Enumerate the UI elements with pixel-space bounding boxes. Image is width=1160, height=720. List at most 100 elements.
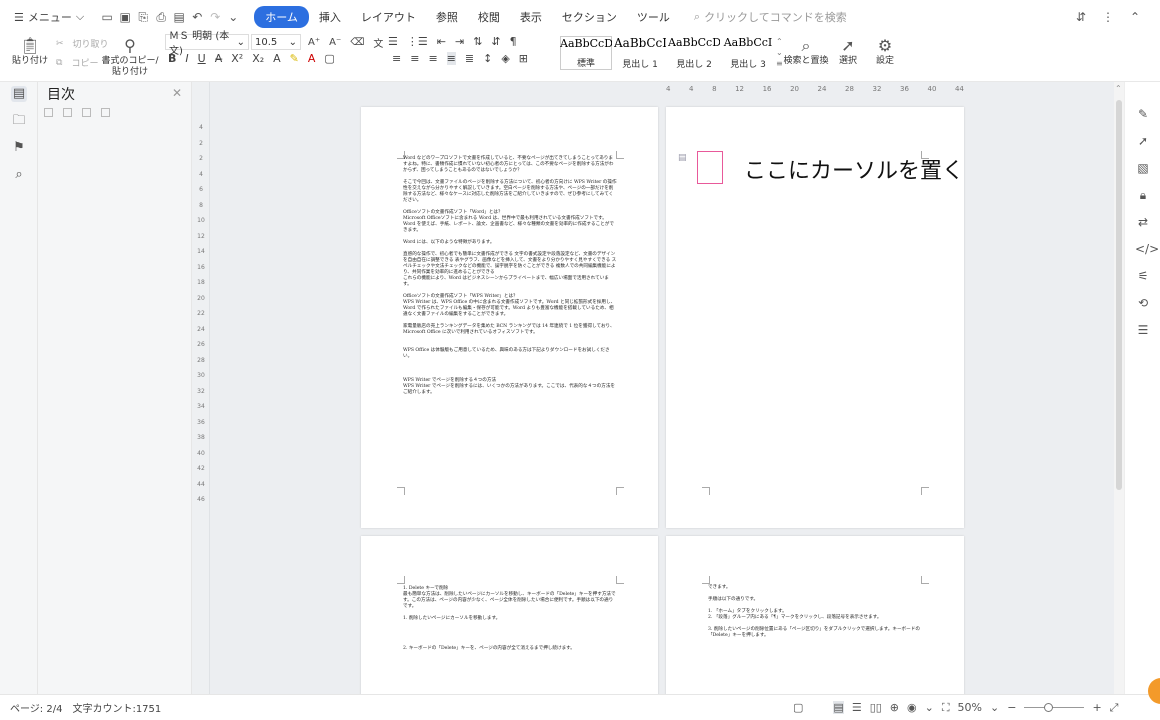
sort-icon[interactable]: ⇵	[491, 35, 500, 48]
tab-section[interactable]: セクション	[552, 6, 627, 28]
bullets-icon[interactable]: ☰	[388, 35, 398, 48]
font-name-select[interactable]: ＭＳ 明朝 (本文) ⌄	[165, 31, 249, 57]
tab-insert[interactable]: 挿入	[309, 6, 351, 28]
paragraph[interactable]: Word には、以下のような特徴があります。	[403, 240, 617, 246]
scrollbar-thumb[interactable]	[1116, 100, 1122, 490]
toc-add-icon[interactable]	[82, 108, 91, 117]
history-icon[interactable]: ⟲	[1135, 295, 1151, 311]
tab-references[interactable]: 参照	[426, 6, 468, 28]
page-2[interactable]: ▤ ここにカーソルを置く	[666, 107, 964, 528]
font-size-select[interactable]: 10.5 ⌄	[251, 34, 301, 50]
open-folder-icon[interactable]: ▭	[100, 10, 114, 24]
toc-collapse-icon[interactable]	[63, 108, 72, 117]
style-heading-3[interactable]: AaBbCcI 見出し 3	[722, 36, 774, 70]
toc-expand-icon[interactable]	[44, 108, 53, 117]
paragraph[interactable]: そこで今回は、文書ファイルのページを削除する方法について、初心者の方向けに WP…	[403, 180, 617, 204]
select-button[interactable]: ➚ 選択	[834, 36, 862, 67]
page-4[interactable]: できます。手順は以下の通りです。 1. 「ホーム」タブをクリックします。 2. 「…	[666, 536, 964, 694]
justify-icon[interactable]: ≡	[446, 52, 456, 65]
clear-format-icon[interactable]: ⌫	[350, 37, 364, 48]
increase-indent-icon[interactable]: ⇥	[455, 35, 464, 48]
style-heading-2[interactable]: AaBbCcDd 見出し 2	[668, 36, 720, 70]
print-preview-icon[interactable]: ▤	[172, 10, 186, 24]
font-color-icon[interactable]: A	[308, 52, 316, 65]
style-heading-1[interactable]: AaBbCcI 見出し 1	[614, 36, 666, 70]
fullscreen-icon[interactable]: ⤢	[1110, 701, 1119, 715]
chevron-down-icon[interactable]: ⌄	[925, 701, 934, 714]
edit-icon[interactable]: ✎	[1135, 106, 1151, 122]
numbering-icon[interactable]: ⋮☰	[407, 35, 428, 48]
distribute-icon[interactable]: ≣	[465, 52, 474, 65]
close-icon[interactable]: ✕	[172, 86, 182, 100]
underline-icon[interactable]: U	[198, 52, 206, 65]
page-3[interactable]: 1. Delete キーで削除 最も簡単な方法は、削除したいページにカーソルを移…	[361, 536, 658, 694]
borders-icon[interactable]: ⊞	[519, 52, 528, 65]
zoom-slider[interactable]	[1024, 703, 1085, 712]
align-right-icon[interactable]: ≡	[428, 52, 437, 65]
page-3-body[interactable]: 1. Delete キーで削除 最も簡単な方法は、削除したいページにカーソルを移…	[403, 586, 617, 658]
paragraph[interactable]: 1. 「ホーム」タブをクリックします。 2. 「段落」グループ内にある「¶」マー…	[708, 609, 922, 621]
align-center-icon[interactable]: ≡	[410, 52, 419, 65]
text-effect-icon[interactable]: A	[273, 52, 281, 65]
highlight-icon[interactable]: ✎	[290, 52, 299, 65]
page-insert-icon[interactable]: ▤	[678, 153, 687, 163]
toc-remove-icon[interactable]	[101, 108, 110, 117]
sliders-icon[interactable]: ⚟	[1135, 268, 1151, 284]
line-spacing-icon[interactable]: ↕	[483, 52, 492, 65]
tab-home[interactable]: ホーム	[254, 6, 309, 28]
paragraph[interactable]: WPS Office は体験版もご用意しているため、興味のある方は下記よりダウン…	[403, 342, 617, 360]
settings-button[interactable]: ⚙ 設定	[870, 36, 900, 67]
toc-pane-icon[interactable]: ▤	[11, 86, 27, 102]
tab-tools[interactable]: ツール	[627, 6, 680, 28]
fit-page-icon[interactable]: ⛶	[942, 701, 950, 715]
paragraph[interactable]: 2. キーボードの「Delete」キーを、ページの内容が全て消えるまで押し続けま…	[403, 628, 617, 652]
paragraph[interactable]: 手順は以下の通りです。	[708, 597, 922, 603]
page-1[interactable]: Word などのワープロソフトで文書を作成していると、不要なページが出てきてしま…	[361, 107, 658, 528]
shrink-font-icon[interactable]: A⁻	[329, 37, 341, 48]
phonetic-guide-icon[interactable]: 文	[373, 35, 383, 50]
shading-icon[interactable]: ◈	[501, 52, 509, 65]
main-menu-button[interactable]: ☰ メニュー ⌵	[14, 9, 84, 25]
superscript-icon[interactable]: X²	[231, 52, 243, 65]
copy-button[interactable]: ⧉ コピー	[56, 56, 98, 70]
paragraph[interactable]: 1. 削除したいページにカーソルを移動します。	[403, 616, 617, 622]
paragraph[interactable]: Word などのワープロソフトで文書を作成していると、不要なページが出てきてしま…	[403, 156, 617, 174]
focus-mode-icon[interactable]: ▢	[793, 701, 803, 714]
translate-icon[interactable]: ⇄	[1135, 214, 1151, 230]
paragraph[interactable]: 直感的な操作で、初心者でも簡単に文書作成ができる 文字の書式設定や段落設定など、…	[403, 252, 617, 288]
paragraph[interactable]: 1. Delete キーで削除 最も簡単な方法は、削除したいページにカーソルを移…	[403, 586, 617, 610]
sync-icon[interactable]: ⇵	[1076, 10, 1086, 24]
tab-review[interactable]: 校閲	[468, 6, 510, 28]
find-replace-button[interactable]: ⌕ 検索と置換	[778, 36, 834, 67]
grow-font-icon[interactable]: A⁺	[308, 37, 320, 48]
paragraph[interactable]: Officeソフトの文書作成ソフト「WPS Writer」とは？ WPS Wri…	[403, 294, 617, 318]
zoom-level[interactable]: 50%	[958, 701, 982, 714]
paragraph[interactable]: 家電量販店の売上ランキングデータを集めた BCN ランキングでは 14 年連続で…	[403, 324, 617, 336]
export-pdf-icon[interactable]: ⎘	[136, 10, 150, 24]
paste-button[interactable]: 📋︎ 貼り付け	[12, 36, 48, 67]
outline-view-icon[interactable]: ☰	[852, 701, 862, 714]
subscript-icon[interactable]: X₂	[252, 52, 264, 65]
command-search[interactable]: ⌕ クリックしてコマンドを検索	[694, 9, 847, 25]
chapter-nav-icon[interactable]: 🗀︎	[11, 113, 27, 129]
page-view-icon[interactable]: ▤	[833, 701, 844, 714]
page-4-body[interactable]: できます。手順は以下の通りです。 1. 「ホーム」タブをクリックします。 2. 「…	[708, 585, 922, 645]
paragraph[interactable]: Officeソフトの文書作成ソフト「Word」とは？ Microsoft Off…	[403, 210, 617, 234]
tab-layout[interactable]: レイアウト	[351, 6, 426, 28]
image-icon[interactable]: ▧	[1135, 160, 1151, 176]
page-indicator[interactable]: ページ: 2/4	[10, 700, 62, 715]
customize-toolbar-icon[interactable]: ⌄	[226, 10, 240, 24]
format-painter-button[interactable]: ⚲ 書式のコピー/ 貼り付け	[101, 36, 158, 78]
align-left-icon[interactable]: ≡	[392, 52, 401, 65]
cursor-icon[interactable]: ➚	[1135, 133, 1151, 149]
reading-view-icon[interactable]: ▯▯	[870, 701, 882, 714]
italic-icon[interactable]: I	[185, 52, 188, 65]
paragraph[interactable]: できます。	[708, 585, 922, 591]
word-count[interactable]: 文字カウント:1751	[72, 700, 161, 715]
eye-protection-icon[interactable]: ◉	[907, 701, 917, 714]
paragraph[interactable]: 3. 削除したいページの削除位置にある「ページ区切り」をダブルクリックで選択しま…	[708, 627, 922, 639]
save-icon[interactable]: ▣	[118, 10, 132, 24]
text-direction-icon[interactable]: ⇅	[473, 35, 482, 48]
strikethrough-icon[interactable]: A̶	[215, 52, 223, 65]
decrease-indent-icon[interactable]: ⇤	[437, 35, 446, 48]
